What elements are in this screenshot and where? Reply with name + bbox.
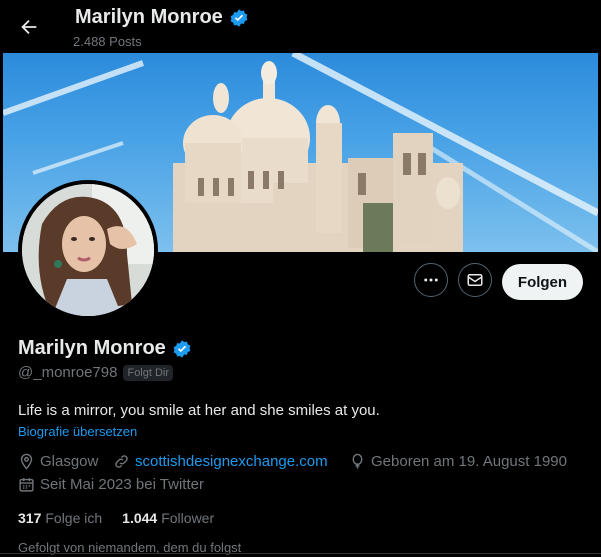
verified-badge-icon[interactable]	[172, 339, 192, 359]
profile-name: Marilyn Monroe	[18, 337, 166, 359]
following-label: Folge ich	[45, 510, 103, 526]
location-pin-icon	[20, 453, 33, 470]
birthday: Geboren am 19. August 1990	[349, 453, 567, 470]
website-link[interactable]: scottishdesignexchange.com	[135, 453, 328, 470]
avatar-image	[22, 184, 154, 316]
followers-label: Follower	[161, 510, 215, 526]
joined-text: Seit Mai 2023 bei Twitter	[40, 476, 204, 493]
arrow-left-icon	[21, 19, 37, 35]
website[interactable]: scottishdesignexchange.com	[113, 453, 328, 470]
profile-name-row: Marilyn Monroe	[18, 337, 192, 360]
follow-stats: 317 Folge ich 1.044 Follower	[18, 510, 214, 526]
calendar-icon	[19, 478, 34, 492]
profile-bio: Life is a mirror, you smile at her and s…	[18, 402, 380, 419]
balloon-icon	[352, 453, 363, 469]
location: Glasgow	[18, 453, 98, 470]
avatar[interactable]	[18, 180, 158, 320]
profile-handle: @_monroe798	[18, 364, 118, 381]
message-button[interactable]	[458, 263, 492, 297]
more-button[interactable]	[414, 263, 448, 297]
post-count: 2.488 Posts	[73, 34, 142, 49]
followers-stat[interactable]: 1.044 Follower	[122, 510, 214, 526]
following-stat[interactable]: 317 Folge ich	[18, 510, 102, 526]
joined: Seit Mai 2023 bei Twitter	[18, 476, 204, 493]
followers-count: 1.044	[122, 510, 158, 526]
header-title: Marilyn Monroe	[75, 6, 249, 29]
handle-row: @_monroe798 Folgt Dir	[18, 364, 174, 381]
envelope-icon	[467, 274, 483, 286]
following-count: 317	[18, 510, 42, 526]
location-text: Glasgow	[40, 453, 99, 470]
divider	[0, 553, 601, 554]
top-bar: Marilyn Monroe 2.488 Posts	[0, 0, 601, 53]
verified-badge-icon[interactable]	[229, 8, 249, 28]
back-button[interactable]	[16, 14, 42, 40]
birthday-text: Geboren am 19. August 1990	[371, 453, 567, 470]
follows-you-badge: Folgt Dir	[123, 364, 174, 381]
more-icon	[424, 278, 438, 282]
translate-bio-link[interactable]: Biografie übersetzen	[18, 424, 137, 439]
header-name: Marilyn Monroe	[75, 6, 223, 28]
follow-button[interactable]: Folgen	[502, 264, 583, 300]
link-icon	[115, 455, 128, 468]
